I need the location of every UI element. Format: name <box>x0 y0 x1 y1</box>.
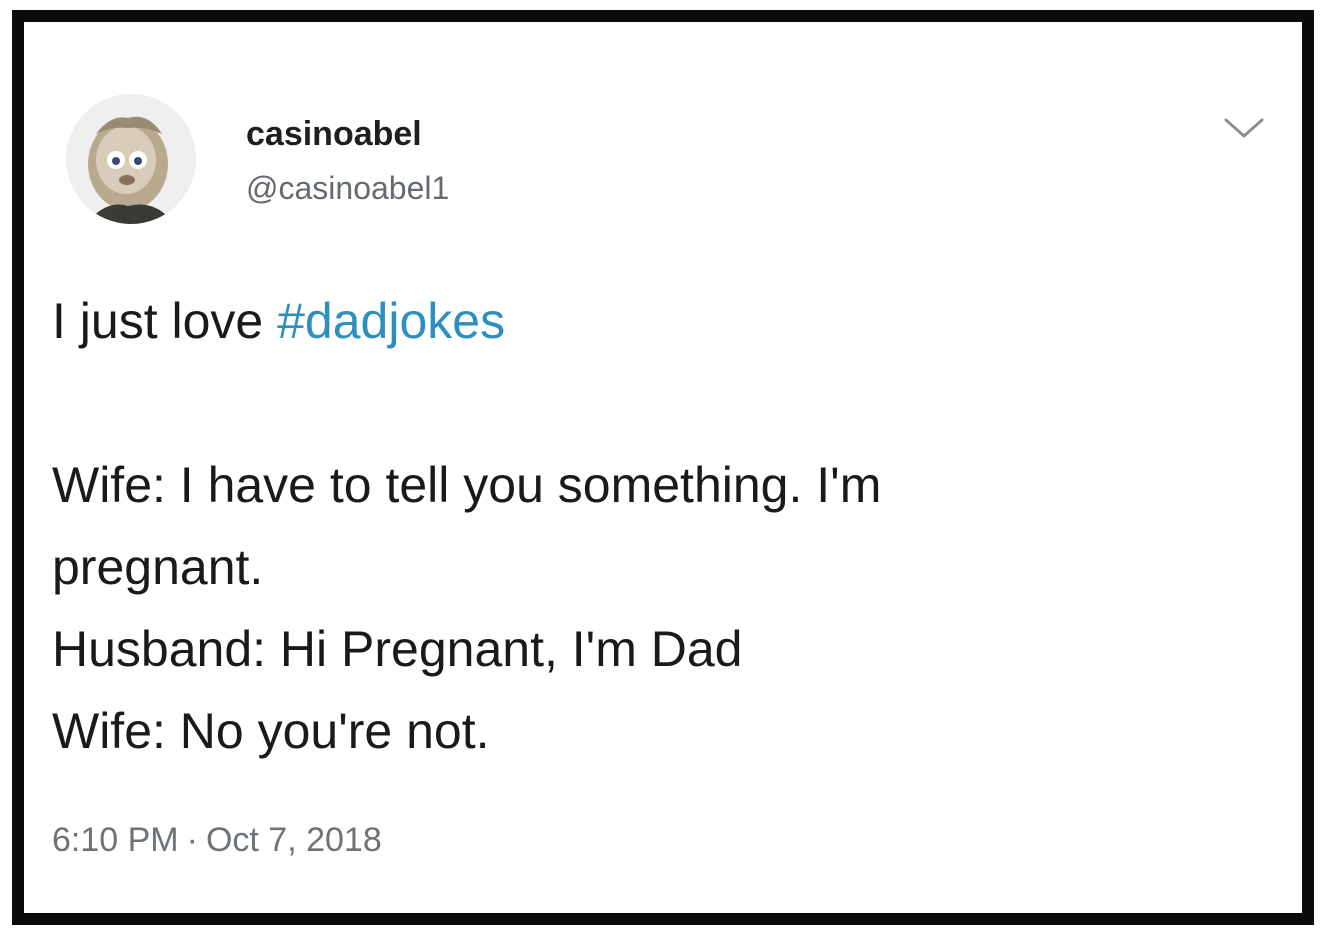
avatar-image <box>66 94 196 224</box>
tweet-line: Wife: No you're not. <box>52 703 490 759</box>
tweet-date: Oct 7, 2018 <box>205 821 382 859</box>
tweet-line: Wife: I have to tell you something. I'm <box>52 457 882 513</box>
tweet-intro-text: I just love <box>52 293 278 349</box>
tweet-timestamp[interactable]: 6:10 PM · Oct 7, 2018 <box>52 820 382 860</box>
tweet-card: casinoabel @casinoabel1 I just love #dad… <box>12 10 1314 925</box>
tweet-intro-line: I just love #dadjokes <box>52 280 1262 362</box>
avatar[interactable] <box>66 94 196 224</box>
handle[interactable]: @casinoabel1 <box>246 168 449 208</box>
hashtag-link[interactable]: #dadjokes <box>277 293 505 349</box>
chevron-down-icon[interactable] <box>1216 108 1272 148</box>
tweet-text: I just love #dadjokes Wife: I have to te… <box>52 280 1262 772</box>
tweet-line: Husband: Hi Pregnant, I'm Dad <box>52 621 743 677</box>
author-names: casinoabel @casinoabel1 <box>246 114 449 208</box>
display-name[interactable]: casinoabel <box>246 114 449 154</box>
tweet-time: 6:10 PM <box>52 821 179 859</box>
tweet-line: pregnant. <box>52 539 264 595</box>
separator-dot: · <box>186 821 198 859</box>
tweet-header: casinoabel @casinoabel1 <box>66 94 1272 224</box>
